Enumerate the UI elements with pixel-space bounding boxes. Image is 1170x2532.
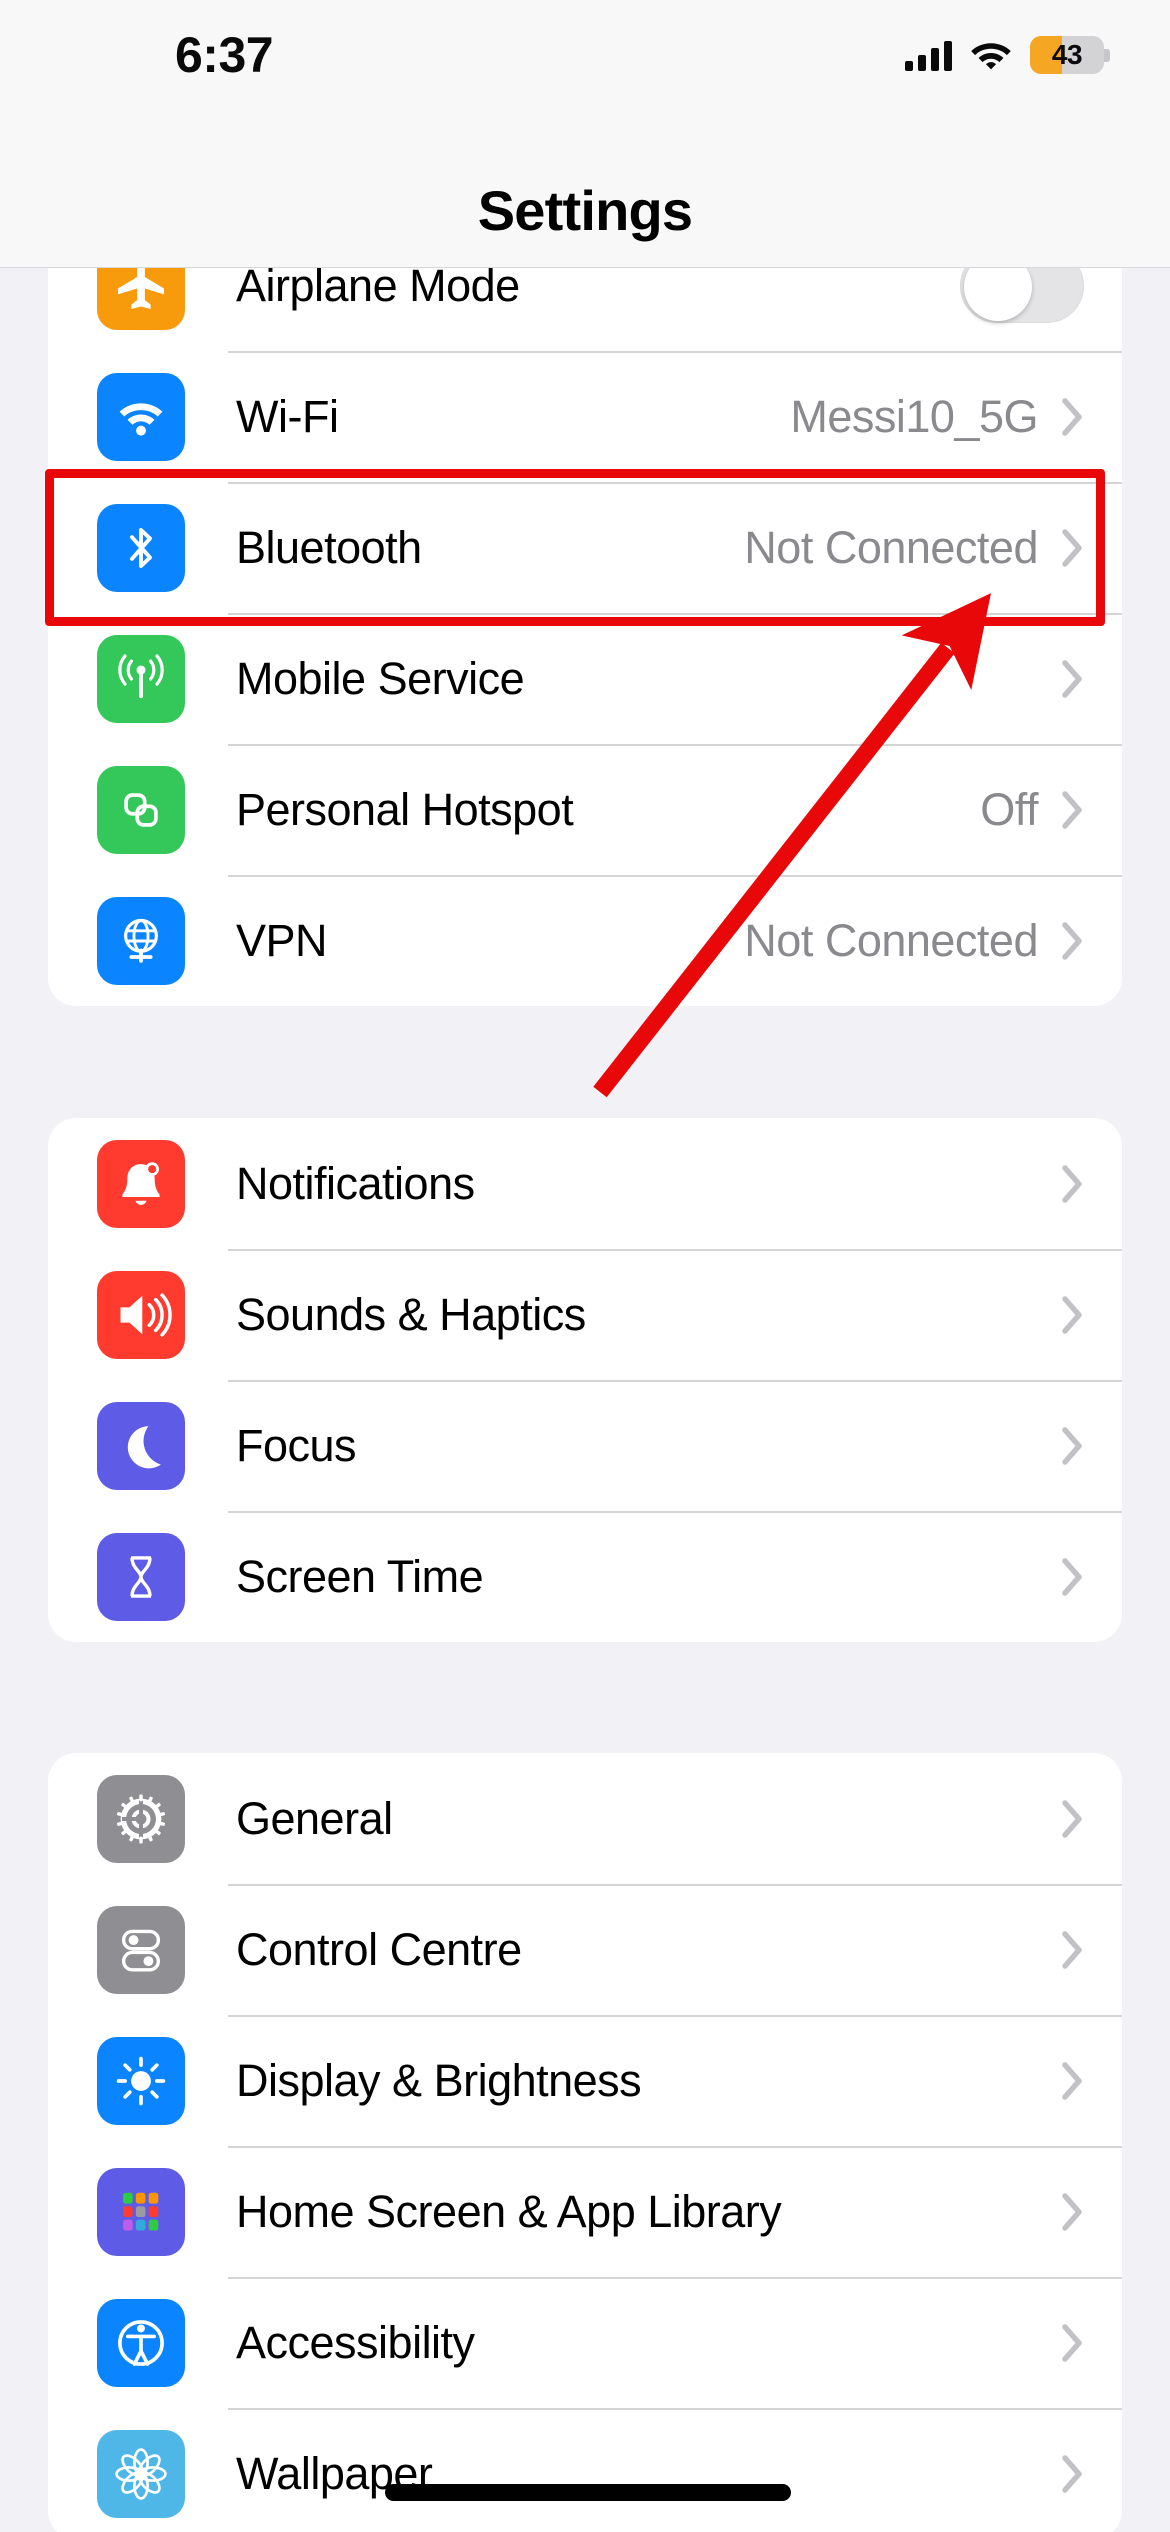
- navigation-bar: Settings: [0, 100, 1170, 268]
- settings-row-label: General: [236, 1792, 393, 1844]
- status-bar-clock: 6:37: [175, 27, 274, 83]
- chevron-right-icon: [1062, 2323, 1084, 2363]
- bluetooth-icon: [97, 503, 185, 592]
- settings-row-label: Wi-Fi: [236, 390, 339, 442]
- gear-icon: [97, 1774, 185, 1863]
- chevron-right-icon: [1062, 790, 1084, 830]
- vpn-globe-icon: [97, 896, 185, 985]
- iphone-settings-screen: 6:37 43 Settings Airplane Mode Wi-Fi Mess: [0, 0, 1170, 2532]
- chevron-right-icon: [1062, 2192, 1084, 2232]
- chevron-right-icon: [1062, 2454, 1084, 2494]
- settings-row-label: Screen Time: [236, 1550, 484, 1602]
- chevron-right-icon: [1062, 1557, 1084, 1597]
- settings-row-control-centre[interactable]: Control Centre: [48, 1884, 1122, 2015]
- settings-row-focus[interactable]: Focus: [48, 1380, 1122, 1511]
- bell-icon: [97, 1139, 185, 1228]
- settings-row-detail: Messi10_5G: [790, 390, 1038, 442]
- antenna-icon: [97, 634, 185, 723]
- wifi-icon: [971, 43, 1011, 70]
- chevron-right-icon: [1062, 1426, 1084, 1466]
- settings-scroll-content[interactable]: Airplane Mode Wi-Fi Messi10_5G Bluetooth Not…: [0, 220, 1170, 2532]
- settings-row-vpn[interactable]: VPN Not Connected: [48, 875, 1122, 1006]
- hourglass-icon: [97, 1532, 185, 1621]
- chevron-right-icon: [1062, 2061, 1084, 2101]
- settings-row-label: Mobile Service: [236, 652, 525, 704]
- speaker-icon: [97, 1270, 185, 1359]
- chevron-right-icon: [1062, 528, 1084, 568]
- settings-row-label: Bluetooth: [236, 521, 422, 573]
- chevron-right-icon: [1062, 1930, 1084, 1970]
- settings-row-home-screen-app-library[interactable]: Home Screen & App Library: [48, 2146, 1122, 2277]
- settings-group-connectivity: Airplane Mode Wi-Fi Messi10_5G Bluetooth Not…: [48, 220, 1122, 1006]
- status-bar-indicators: 43: [905, 36, 1110, 74]
- settings-row-label: Personal Hotspot: [236, 783, 574, 835]
- settings-group-system: General Control Centre Display & Brightnes…: [48, 1753, 1122, 2532]
- settings-row-label: Home Screen & App Library: [236, 2185, 782, 2237]
- settings-row-detail: Not Connected: [744, 914, 1038, 966]
- hotspot-link-icon: [97, 765, 185, 854]
- accessibility-icon: [97, 2298, 185, 2387]
- settings-row-bluetooth[interactable]: Bluetooth Not Connected: [48, 482, 1122, 613]
- battery-percent-label: 43: [1051, 39, 1083, 70]
- settings-row-label: Accessibility: [236, 2316, 475, 2368]
- settings-row-label: Notifications: [236, 1157, 475, 1209]
- page-title: Settings: [477, 179, 693, 242]
- chevron-right-icon: [1062, 659, 1084, 699]
- settings-row-label: Control Centre: [236, 1923, 522, 1975]
- brightness-icon: [97, 2036, 185, 2125]
- settings-row-wallpaper[interactable]: Wallpaper: [48, 2408, 1122, 2532]
- settings-row-detail: Not Connected: [744, 521, 1038, 573]
- chevron-right-icon: [1062, 397, 1084, 437]
- settings-row-detail: Off: [980, 783, 1038, 835]
- chevron-right-icon: [1062, 1799, 1084, 1839]
- wifi-icon: [97, 372, 185, 461]
- settings-row-mobile-service[interactable]: Mobile Service: [48, 613, 1122, 744]
- app-grid-icon: [97, 2167, 185, 2256]
- settings-row-personal-hotspot[interactable]: Personal Hotspot Off: [48, 744, 1122, 875]
- cellular-signal-icon: [905, 39, 952, 71]
- settings-row-wi-fi[interactable]: Wi-Fi Messi10_5G: [48, 351, 1122, 482]
- home-indicator: [385, 2484, 791, 2501]
- flower-icon: [97, 2429, 185, 2518]
- chevron-right-icon: [1062, 1295, 1084, 1335]
- settings-row-label: VPN: [236, 914, 328, 966]
- chevron-right-icon: [1062, 921, 1084, 961]
- settings-row-label: Sounds & Haptics: [236, 1288, 586, 1340]
- settings-row-notifications[interactable]: Notifications: [48, 1118, 1122, 1249]
- settings-row-display-brightness[interactable]: Display & Brightness: [48, 2015, 1122, 2146]
- settings-row-sounds-haptics[interactable]: Sounds & Haptics: [48, 1249, 1122, 1380]
- settings-row-label: Focus: [236, 1419, 357, 1471]
- status-bar: 6:37 43: [0, 0, 1170, 100]
- sliders-icon: [97, 1905, 185, 1994]
- settings-row-general[interactable]: General: [48, 1753, 1122, 1884]
- settings-row-label: Display & Brightness: [236, 2054, 642, 2106]
- chevron-right-icon: [1062, 1164, 1084, 1204]
- battery-icon: 43: [1030, 36, 1110, 74]
- settings-group-alerts: Notifications Sounds & Haptics Focus Screen…: [48, 1118, 1122, 1642]
- settings-row-accessibility[interactable]: Accessibility: [48, 2277, 1122, 2408]
- settings-row-screen-time[interactable]: Screen Time: [48, 1511, 1122, 1642]
- moon-icon: [97, 1401, 185, 1490]
